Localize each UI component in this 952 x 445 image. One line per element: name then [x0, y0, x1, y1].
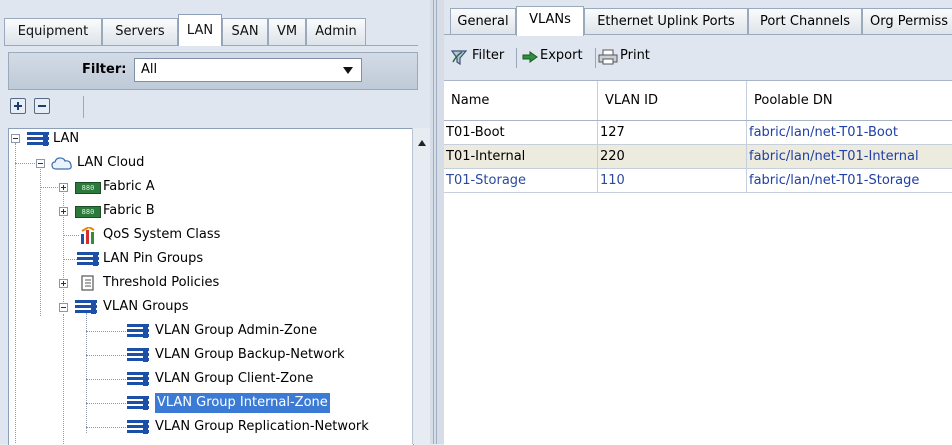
collapse-all-button[interactable] — [34, 98, 50, 114]
collapse-toggle[interactable] — [11, 134, 20, 143]
lan-icon — [127, 372, 149, 386]
export-arrow-icon[interactable] — [522, 51, 538, 63]
filter-value: All — [141, 62, 158, 77]
table-row[interactable]: T01-Internal 220 fabric/lan/net-T01-Inte… — [444, 145, 952, 169]
filter-select[interactable]: All — [134, 58, 362, 82]
fabric-interconnect-icon: 880 — [75, 206, 101, 218]
filter-button[interactable]: Filter — [472, 44, 504, 68]
expand-toggle[interactable] — [59, 279, 68, 288]
toolbar-divider — [595, 48, 596, 68]
filter-label: Filter: — [82, 62, 127, 77]
tree-item-vlan-groups[interactable]: VLAN Groups — [103, 297, 189, 317]
tab-san[interactable]: SAN — [222, 18, 268, 45]
chevron-down-icon[interactable] — [343, 67, 353, 74]
pane-splitter[interactable] — [430, 0, 444, 444]
table-row[interactable]: T01-Storage 110 fabric/lan/net-T01-Stora… — [444, 169, 952, 193]
tab-general[interactable]: General — [450, 8, 516, 35]
lan-icon — [27, 132, 49, 146]
tab-lan[interactable]: LAN — [178, 14, 222, 46]
toolbar-divider — [516, 48, 517, 68]
print-button[interactable]: Print — [620, 44, 650, 68]
tree-item-vlan-group-replication-network[interactable]: VLAN Group Replication-Network — [155, 417, 369, 437]
column-header-vlan-id[interactable]: VLAN ID — [598, 81, 747, 120]
column-header-poolable-dn[interactable]: Poolable DN — [747, 81, 952, 120]
tab-ethernet-uplink-ports[interactable]: Ethernet Uplink Ports — [584, 8, 748, 35]
expand-toggle[interactable] — [59, 183, 68, 192]
cell-name: T01-Storage — [444, 169, 598, 192]
lan-icon — [127, 348, 149, 362]
tree-item-fabric-a[interactable]: Fabric A — [103, 177, 155, 197]
printer-icon[interactable] — [598, 49, 618, 65]
cell-poolable-dn[interactable]: fabric/lan/net-T01-Internal — [747, 145, 952, 168]
tree-item-lan[interactable]: LAN — [53, 129, 79, 149]
content-pane: General VLANs Ethernet Uplink Ports Port… — [444, 0, 952, 445]
tree-item-vlan-group-admin-zone[interactable]: VLAN Group Admin-Zone — [155, 321, 317, 341]
cell-vlan-id: 110 — [598, 169, 747, 192]
navigation-pane: Equipment Servers LAN SAN VM Admin Filte… — [0, 0, 431, 445]
column-header-name[interactable]: Name — [444, 81, 598, 120]
lan-tree: LAN LAN Cloud 880 Fabric A 880 Fabric B … — [8, 128, 414, 445]
lan-icon — [77, 252, 99, 266]
cell-vlan-id: 220 — [598, 145, 747, 168]
cell-name: T01-Boot — [444, 121, 598, 144]
tab-org-permissions[interactable]: Org Permiss — [862, 8, 952, 35]
toolbar: Filter Export Print — [444, 36, 952, 76]
expand-toggle[interactable] — [59, 207, 68, 216]
tab-vm[interactable]: VM — [268, 18, 306, 45]
filter-icon[interactable] — [450, 48, 468, 66]
tree-item-lan-cloud[interactable]: LAN Cloud — [77, 153, 144, 173]
tree-item-vlan-group-internal-zone[interactable]: VLAN Group Internal-Zone — [155, 393, 330, 413]
tab-servers[interactable]: Servers — [102, 18, 178, 45]
lan-icon — [127, 324, 149, 338]
tab-admin[interactable]: Admin — [306, 18, 366, 45]
cell-vlan-id: 127 — [598, 121, 747, 144]
collapse-toggle[interactable] — [36, 159, 45, 168]
lan-icon — [75, 300, 97, 314]
tree-item-threshold-policies[interactable]: Threshold Policies — [103, 273, 219, 293]
tree-item-vlan-group-backup-network[interactable]: VLAN Group Backup-Network — [155, 345, 345, 365]
lan-icon — [127, 420, 149, 434]
tree-item-vlan-group-client-zone[interactable]: VLAN Group Client-Zone — [155, 369, 313, 389]
tree-item-fabric-b[interactable]: Fabric B — [103, 201, 155, 221]
toolbar-divider — [83, 96, 84, 118]
cell-poolable-dn[interactable]: fabric/lan/net-T01-Storage — [747, 169, 952, 192]
fabric-interconnect-icon: 880 — [75, 182, 101, 194]
export-button[interactable]: Export — [540, 44, 583, 68]
cell-poolable-dn[interactable]: fabric/lan/net-T01-Boot — [747, 121, 952, 144]
scroll-up-icon[interactable] — [418, 140, 426, 146]
cell-name: T01-Internal — [444, 145, 598, 168]
tree-item-qos-system-class[interactable]: QoS System Class — [103, 225, 220, 245]
expand-all-button[interactable] — [10, 98, 26, 114]
lan-icon — [127, 396, 149, 410]
collapse-toggle[interactable] — [59, 303, 68, 312]
tree-scrollbar[interactable] — [412, 128, 431, 444]
tab-vlans[interactable]: VLANs — [516, 6, 584, 36]
scroll-document-icon — [81, 275, 94, 291]
tab-equipment[interactable]: Equipment — [4, 18, 102, 45]
tree-item-lan-pin-groups[interactable]: LAN Pin Groups — [103, 249, 203, 269]
qos-icon — [81, 227, 95, 244]
tab-port-channels[interactable]: Port Channels — [748, 8, 862, 35]
table-row[interactable]: T01-Boot 127 fabric/lan/net-T01-Boot — [444, 121, 952, 145]
vlan-table: Name VLAN ID Poolable DN T01-Boot 127 fa… — [444, 80, 952, 445]
cloud-icon — [51, 157, 72, 170]
